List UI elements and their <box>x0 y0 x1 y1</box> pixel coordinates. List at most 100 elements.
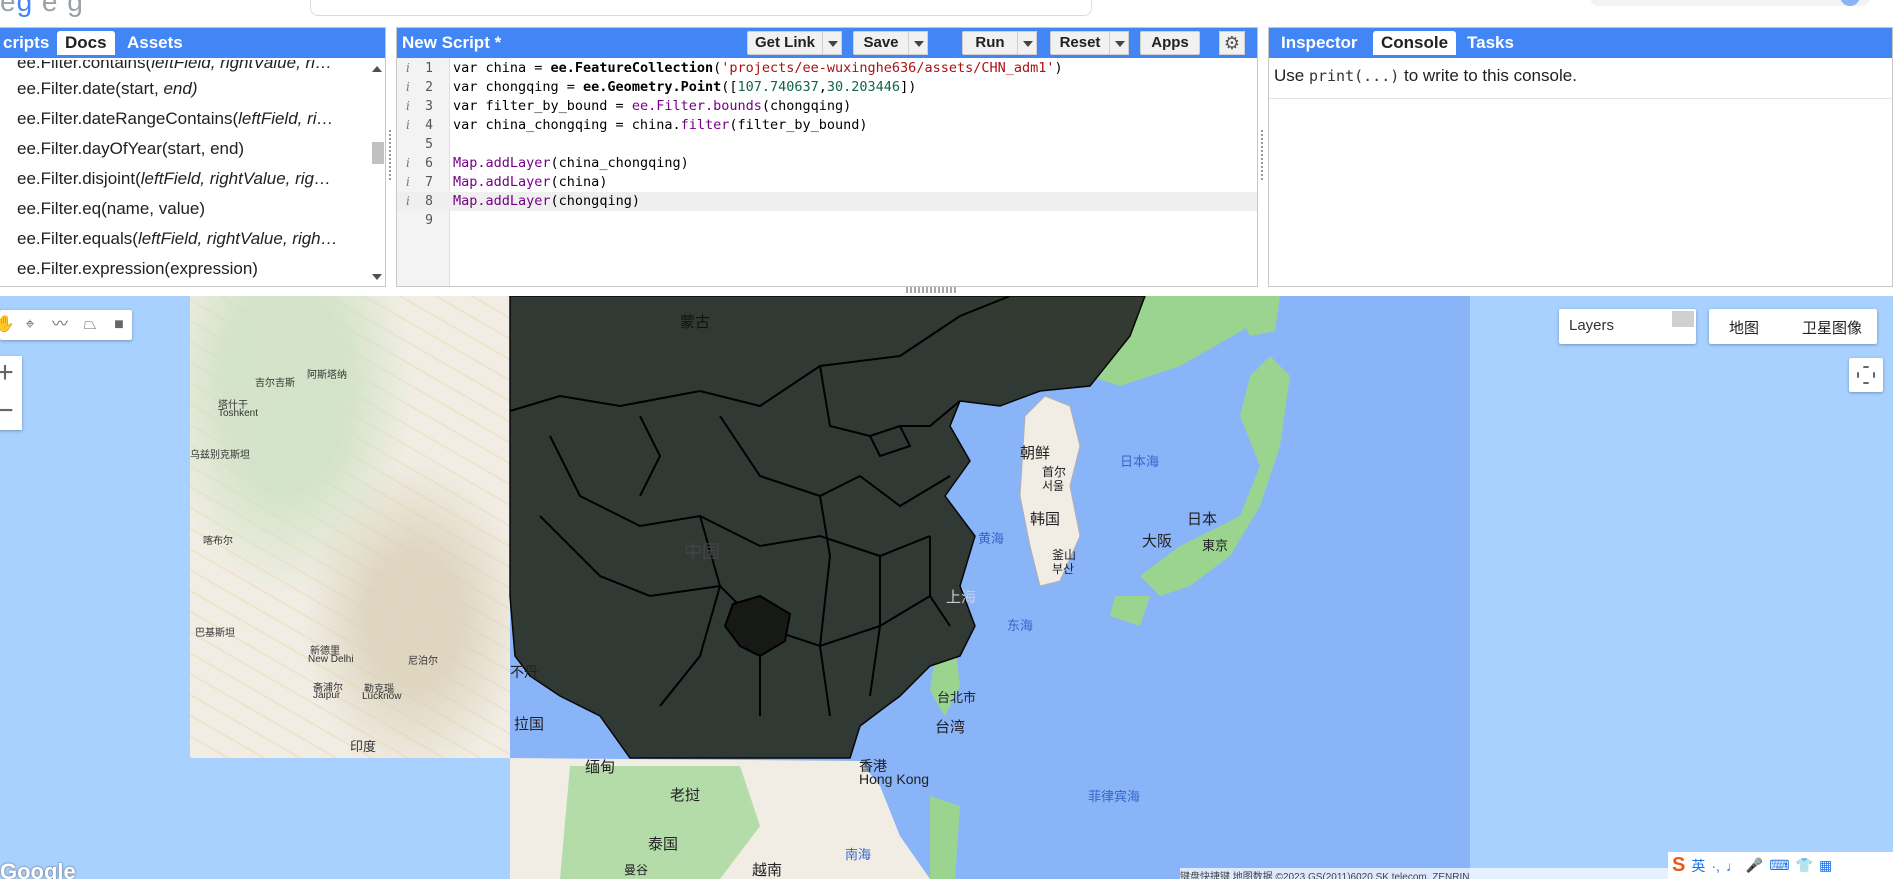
map-label-philippine-sea: 菲律宾海 <box>1088 789 1141 804</box>
map-splitter[interactable] <box>906 287 956 293</box>
map-label-hong-kong-en: Hong Kong <box>859 771 930 787</box>
tab-scripts[interactable]: cripts <box>0 31 57 55</box>
info-icon[interactable]: i <box>406 78 410 97</box>
ime-mic-icon[interactable]: 🎤 <box>1746 857 1763 874</box>
tab-inspector[interactable]: Inspector <box>1273 31 1366 55</box>
fullscreen-icon[interactable] <box>1849 358 1883 392</box>
tab-tasks[interactable]: Tasks <box>1459 31 1522 55</box>
code-line[interactable]: i 7 Map.addLayer(china) <box>397 173 1257 192</box>
map-label-bangladesh: 拉国 <box>514 716 545 733</box>
doc-item-name: ee.Filter.dayOfYear(start, end) <box>17 139 245 158</box>
left-panel: cripts Docs Assets ee.Filter.contains(le… <box>0 27 386 287</box>
user-menu[interactable] <box>1590 0 1870 6</box>
map-type-satellite[interactable]: 卫星图像 <box>1802 317 1862 338</box>
info-icon[interactable]: i <box>406 173 410 192</box>
map-label-shanghai: 上海 <box>946 589 977 606</box>
right-splitter[interactable] <box>1260 130 1264 180</box>
ime-punct-icon[interactable]: ·, <box>1711 858 1720 874</box>
ime-grid-icon[interactable]: ▦ <box>1819 857 1832 874</box>
ime-keyboard-icon[interactable]: ⌨ <box>1769 857 1789 874</box>
line-number: 5 <box>425 137 433 152</box>
doc-item-name: ee.Filter.eq(name, value) <box>17 199 206 218</box>
code-line-current[interactable]: i 8 Map.addLayer(chongqing) <box>397 192 1257 211</box>
left-splitter[interactable] <box>388 130 392 180</box>
left-tabbar: cripts Docs Assets <box>0 28 385 58</box>
doc-item[interactable]: ee.Filter.expression(expression) <box>0 254 367 284</box>
point-marker-icon[interactable]: ⌖ <box>19 314 41 336</box>
map-label-kabul: 喀布尔 <box>203 536 233 547</box>
map-type-control: 地图 卫星图像 <box>1709 309 1877 344</box>
line-number: 8 <box>425 194 433 209</box>
map-label-south-china-sea: 南海 <box>845 847 872 862</box>
doc-item[interactable]: ee.Filter.date(start, end) <box>0 74 367 104</box>
tab-assets[interactable]: Assets <box>119 31 191 55</box>
reset-button[interactable]: Reset <box>1050 31 1110 55</box>
ime-lang-toggle[interactable]: 英 <box>1691 856 1705 876</box>
map-type-roadmap[interactable]: 地图 <box>1729 317 1759 338</box>
code-line[interactable]: i 3 var filter_by_bound = ee.Filter.boun… <box>397 97 1257 116</box>
info-icon[interactable]: i <box>406 154 410 173</box>
ime-skin-icon[interactable]: 👕 <box>1796 857 1813 874</box>
save-dropdown[interactable] <box>908 31 928 55</box>
doc-item[interactable]: ee.Filter.contains(leftField, rightValue… <box>0 60 367 74</box>
run-dropdown[interactable] <box>1017 31 1037 55</box>
line-number: 9 <box>425 213 433 228</box>
code-line[interactable]: i 4 var china_chongqing = china.filter(f… <box>397 116 1257 135</box>
earth-engine-logo: eg e g <box>0 0 84 17</box>
map-label-tokyo: 東京 <box>1202 538 1229 553</box>
line-tool-icon[interactable]: 〰 <box>49 314 71 336</box>
hand-icon[interactable]: ✋ <box>0 314 16 336</box>
get-link-button[interactable]: Get Link <box>747 31 823 55</box>
right-tabbar: Inspector Console Tasks <box>1269 28 1892 58</box>
scroll-down-icon[interactable] <box>372 274 382 280</box>
run-button[interactable]: Run <box>962 31 1018 55</box>
map-label-myanmar: 缅甸 <box>585 759 616 776</box>
layers-button[interactable]: Layers <box>1559 309 1696 344</box>
map-attribution[interactable]: 键盘快捷键 地图数据 ©2023 GS(2011)6020 SK telecom… <box>1180 868 1680 879</box>
polygon-tool-icon[interactable]: ⏢ <box>79 314 101 336</box>
doc-item[interactable]: ee.Filter.dayOfYear(start, end) <box>0 134 367 164</box>
line-number: 4 <box>425 118 433 133</box>
code-line[interactable]: 5 <box>397 135 1257 154</box>
doc-item[interactable]: ee.Filter.equals(leftField, rightValue, … <box>0 224 367 254</box>
map-label-new-delhi-en: New Delhi <box>308 654 354 665</box>
gear-icon[interactable]: ⚙ <box>1219 31 1245 55</box>
code-text: Map.addLayer(china) <box>453 174 608 190</box>
doc-item[interactable]: ee.Filter.eq(name, value) <box>0 194 367 224</box>
map-label-jaipur-en: Jaipur <box>313 690 341 701</box>
apps-button[interactable]: Apps <box>1140 31 1200 55</box>
doc-item-name: ee.Filter.date(start, <box>17 79 164 98</box>
save-button[interactable]: Save <box>853 31 909 55</box>
zoom-out-button[interactable]: − <box>0 394 22 430</box>
search-input[interactable] <box>310 0 1092 16</box>
line-number: 1 <box>425 61 433 76</box>
info-icon[interactable]: i <box>406 97 410 116</box>
map-label-laos: 老挝 <box>670 787 701 804</box>
info-icon[interactable]: i <box>406 116 410 135</box>
scroll-thumb[interactable] <box>372 142 384 164</box>
code-line[interactable]: i 2 var chongqing = ee.Geometry.Point([1… <box>397 78 1257 97</box>
doc-item[interactable]: ee.Filter.disjoint(leftField, rightValue… <box>0 164 367 194</box>
rectangle-tool-icon[interactable]: ■ <box>108 314 130 336</box>
info-icon[interactable]: i <box>406 192 410 211</box>
drawing-tools: ✋ ⌖ 〰 ⏢ ■ <box>0 310 132 340</box>
code-line[interactable]: 9 <box>397 211 1257 230</box>
doc-item[interactable]: ee.Filter.dateRangeContains(leftField, r… <box>0 104 367 134</box>
get-link-dropdown[interactable] <box>822 31 842 55</box>
reset-dropdown[interactable] <box>1109 31 1129 55</box>
ime-music-icon[interactable]: ♩ <box>1726 858 1740 874</box>
map-view[interactable]: 蒙古 中国 朝鲜 首尔 서울 韩国 釜山 부산 日本 日本海 大阪 東京 黄海 … <box>0 296 1893 879</box>
code-line[interactable]: i 6 Map.addLayer(china_chongqing) <box>397 154 1257 173</box>
docs-scrollbar[interactable] <box>369 60 385 286</box>
code-line[interactable]: i 1 var china = ee.FeatureCollection('pr… <box>397 59 1257 78</box>
tab-docs[interactable]: Docs <box>57 31 115 55</box>
map-label-osaka: 大阪 <box>1142 533 1173 550</box>
code-text: Map.addLayer(china_chongqing) <box>453 155 689 171</box>
sogou-icon[interactable]: S <box>1672 854 1685 877</box>
tab-console[interactable]: Console <box>1373 31 1457 55</box>
code-area[interactable]: i 1 var china = ee.FeatureCollection('pr… <box>397 58 1257 286</box>
info-icon[interactable]: i <box>406 59 410 78</box>
map-label-thailand: 泰国 <box>648 836 679 853</box>
scroll-up-icon[interactable] <box>372 66 382 72</box>
zoom-in-button[interactable]: + <box>0 356 22 392</box>
